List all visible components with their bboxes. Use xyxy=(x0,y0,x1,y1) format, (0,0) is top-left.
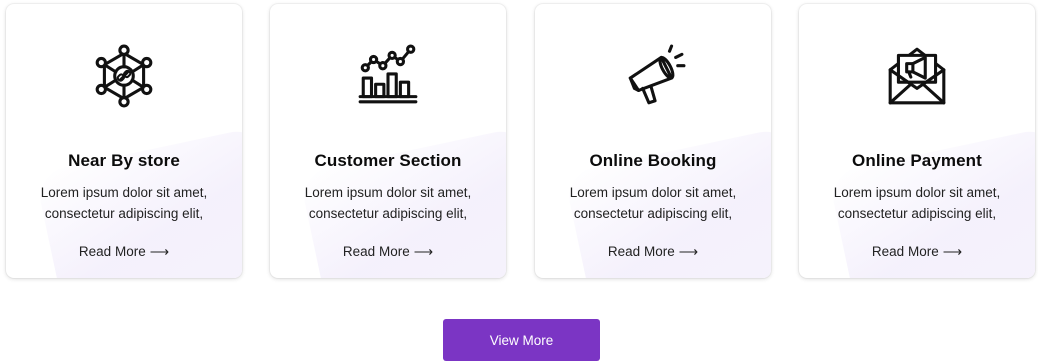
arrow-right-icon: ⟶ xyxy=(942,244,963,259)
network-link-icon xyxy=(6,42,242,110)
read-more-link[interactable]: Read More ⟶ xyxy=(535,244,771,260)
arrow-right-icon: ⟶ xyxy=(678,244,699,259)
card-description-line: consectetur adipiscing elit, xyxy=(573,206,733,221)
read-more-label: Read More xyxy=(342,244,410,259)
card-description: Lorem ipsum dolor sit amet, consectetur … xyxy=(809,182,1025,224)
card-description: Lorem ipsum dolor sit amet, consectetur … xyxy=(545,182,761,224)
view-more-button[interactable]: View More xyxy=(443,319,600,361)
card-description: Lorem ipsum dolor sit amet, consectetur … xyxy=(280,182,496,224)
feature-card-online-payment: Online Payment Lorem ipsum dolor sit ame… xyxy=(799,4,1035,278)
card-title: Near By store xyxy=(68,151,180,170)
read-more-link[interactable]: Read More ⟶ xyxy=(6,244,242,260)
arrow-right-icon: ⟶ xyxy=(413,244,434,259)
feature-card-online-booking: Online Booking Lorem ipsum dolor sit ame… xyxy=(535,4,771,278)
card-description-line: consectetur adipiscing elit, xyxy=(837,206,997,221)
read-more-link[interactable]: Read More ⟶ xyxy=(270,244,506,260)
feature-cards: Near By store Lorem ipsum dolor sit amet… xyxy=(6,4,1036,280)
read-more-label: Read More xyxy=(871,244,939,259)
card-description-line: Lorem ipsum dolor sit amet, xyxy=(40,185,208,200)
read-more-label: Read More xyxy=(78,244,146,259)
card-description: Lorem ipsum dolor sit amet, consectetur … xyxy=(16,182,232,224)
card-description-line: consectetur adipiscing elit, xyxy=(308,206,468,221)
read-more-label: Read More xyxy=(607,244,675,259)
feature-card-customer-section: Customer Section Lorem ipsum dolor sit a… xyxy=(270,4,506,278)
card-title: Customer Section xyxy=(314,151,462,170)
feature-card-near-by-store: Near By store Lorem ipsum dolor sit amet… xyxy=(6,4,242,278)
card-title: Online Booking xyxy=(589,151,717,170)
read-more-link[interactable]: Read More ⟶ xyxy=(799,244,1035,260)
megaphone-icon xyxy=(535,42,771,110)
arrow-right-icon: ⟶ xyxy=(149,244,170,259)
card-description-line: Lorem ipsum dolor sit amet, xyxy=(833,185,1001,200)
card-description-line: Lorem ipsum dolor sit amet, xyxy=(304,185,472,200)
bar-chart-trend-icon xyxy=(270,42,506,110)
envelope-megaphone-icon xyxy=(799,42,1035,110)
card-description-line: Lorem ipsum dolor sit amet, xyxy=(569,185,737,200)
card-description-line: consectetur adipiscing elit, xyxy=(44,206,204,221)
card-title: Online Payment xyxy=(852,151,982,170)
